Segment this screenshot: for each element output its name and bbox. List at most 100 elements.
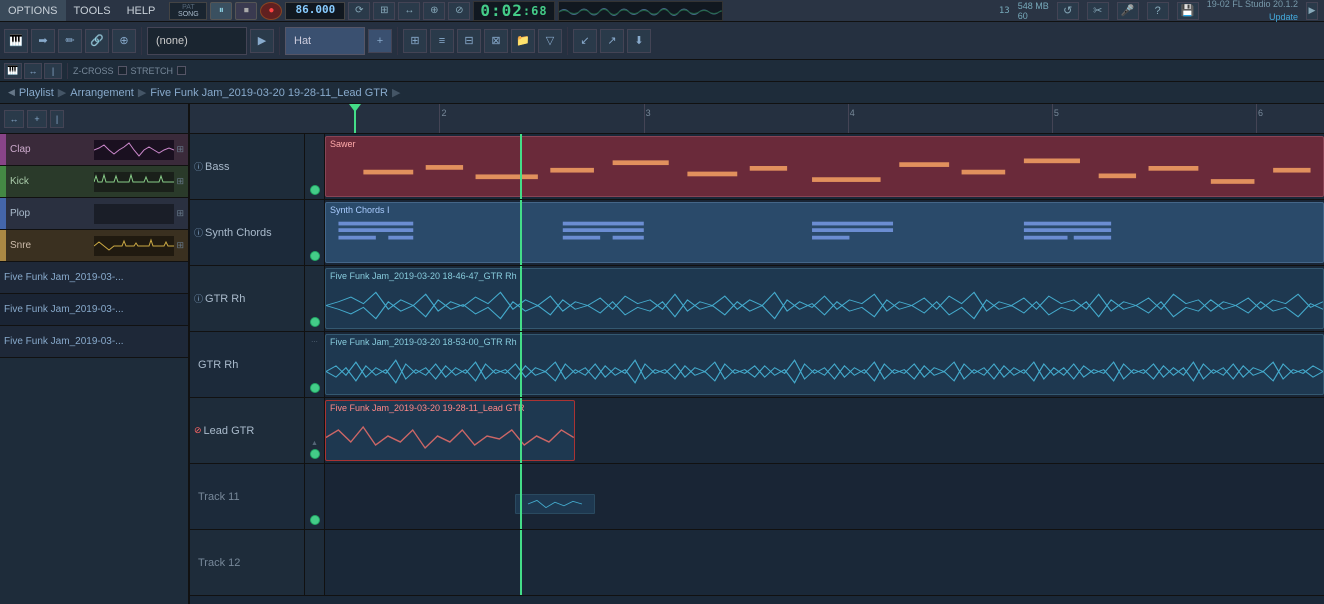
- export-icon[interactable]: ↗: [600, 29, 624, 53]
- file-entry-2[interactable]: Five Funk Jam_2019-03-...: [0, 294, 188, 326]
- hat-selector[interactable]: Hat: [285, 27, 365, 55]
- link-icon[interactable]: 🔗: [85, 29, 109, 53]
- file-3-name: Five Funk Jam_2019-03-...: [4, 336, 124, 347]
- synth-track-label: Synth Chords: [205, 227, 272, 239]
- sidebar-track-plop[interactable]: Plop ⊞: [0, 198, 188, 230]
- synth-track-knob[interactable]: [310, 251, 320, 261]
- sidebar-track-kick[interactable]: Kick ⊞: [0, 166, 188, 198]
- menu-help[interactable]: HELP: [119, 0, 164, 21]
- gtr-rh2-track-label: GTR Rh: [194, 359, 238, 371]
- track-11-small-clip[interactable]: [515, 494, 595, 514]
- toolbar3: 🎹 ↔ | Z-CROSS STRETCH: [0, 60, 1324, 82]
- lead-gtr-track-label: Lead GTR: [204, 425, 255, 437]
- synth-clip[interactable]: Synth Chords I: [325, 202, 1324, 263]
- gtr-rh1-clip[interactable]: Five Funk Jam_2019-03-20 18-46-47_GTR Rh: [325, 268, 1324, 329]
- small-piano-icon[interactable]: 🎹: [4, 63, 22, 79]
- sidebar-ctrl-3[interactable]: |: [50, 110, 64, 128]
- clap-track-name: Clap: [6, 144, 94, 155]
- gtr-rh2-clip[interactable]: Five Funk Jam_2019-03-20 18-53-00_GTR Rh: [325, 334, 1324, 395]
- breadcrumb-file: Five Funk Jam_2019-03-20 19-28-11_Lead G…: [150, 87, 388, 99]
- transport-icon-2[interactable]: ⊞: [373, 2, 395, 20]
- funnel-icon[interactable]: ▽: [538, 29, 562, 53]
- snre-settings-icon[interactable]: ⊞: [176, 240, 184, 251]
- menu-options[interactable]: OPTIONS: [0, 0, 66, 21]
- clap-settings-icon[interactable]: ⊞: [176, 144, 184, 155]
- pencil-small-icon[interactable]: |: [44, 63, 62, 79]
- piano-roll-icon[interactable]: ⊠: [484, 29, 508, 53]
- breadcrumb-arrangement[interactable]: Arrangement: [70, 87, 134, 99]
- stretch-checkbox[interactable]: [177, 66, 186, 75]
- small-arrow-icon[interactable]: ↔: [24, 63, 42, 79]
- bass-clip-instrument: Sawer: [330, 139, 356, 149]
- pattern-selector[interactable]: (none): [147, 27, 247, 55]
- pattern-play-btn[interactable]: ▶: [250, 29, 274, 53]
- sidebar-header-controls: ↔ + |: [0, 104, 188, 134]
- question-icon[interactable]: ?: [1147, 2, 1169, 20]
- breadcrumb-sep2: ▶: [138, 86, 146, 99]
- stamp-icon[interactable]: ⊕: [112, 29, 136, 53]
- save-icon[interactable]: 💾: [1177, 2, 1199, 20]
- transport-icon-1[interactable]: ⟳: [348, 2, 370, 20]
- eq-icon[interactable]: ≡: [430, 29, 454, 53]
- track-row-lead-gtr: ⊘ Lead GTR ▲ Five Funk Jam_2019-03-20 19…: [190, 398, 1324, 464]
- breadcrumb: ◀ Playlist ▶ Arrangement ▶ Five Funk Jam…: [0, 82, 1324, 104]
- zcross-label: Z-CROSS: [73, 66, 114, 76]
- gtr-rh1-track-knob[interactable]: [310, 317, 320, 327]
- pen-icon[interactable]: ✏: [58, 29, 82, 53]
- channel-icon[interactable]: ⊟: [457, 29, 481, 53]
- time-separator: :: [523, 4, 531, 18]
- cpu-display: 13: [999, 6, 1010, 16]
- breadcrumb-sep1: ▶: [58, 86, 66, 99]
- track-row-gtr-rh1: ⓘ GTR Rh Five Funk Jam_2019-03-20 18-46-…: [190, 266, 1324, 332]
- sidebar-ctrl-1[interactable]: ↔: [4, 110, 24, 128]
- lead-gtr-clip[interactable]: Five Funk Jam_2019-03-20 19-28-11_Lead G…: [325, 400, 575, 461]
- toolbar2: 🎹 ➡ ✏ 🔗 ⊕ (none) ▶ Hat + ⊞ ≡ ⊟ ⊠ 📁 ▽ ↙ ↗…: [0, 22, 1324, 60]
- tracks-container: ⓘ Bass Sawer: [190, 134, 1324, 604]
- sidebar-track-snre[interactable]: Snre ⊞: [0, 230, 188, 262]
- gtr-rh2-track-knob[interactable]: [310, 383, 320, 393]
- time-main: 0:02: [480, 1, 523, 20]
- piano-icon[interactable]: 🎹: [4, 29, 28, 53]
- plop-track-name: Plop: [6, 208, 94, 219]
- track-11-knob[interactable]: [310, 515, 320, 525]
- transport-icon-3[interactable]: ↔: [398, 2, 420, 20]
- zcross-checkbox[interactable]: [118, 66, 127, 75]
- plugin-icon[interactable]: ↙: [573, 29, 597, 53]
- transport-icon-5[interactable]: ⊘: [448, 2, 470, 20]
- plop-settings-icon[interactable]: ⊞: [176, 208, 184, 219]
- breadcrumb-playlist[interactable]: Playlist: [19, 87, 54, 99]
- synth-clip-instrument: Synth Chords I: [330, 205, 390, 215]
- cut-icon[interactable]: ✂: [1087, 2, 1109, 20]
- record-button[interactable]: ●: [260, 2, 282, 20]
- stop-button[interactable]: ⏹: [235, 2, 257, 20]
- arrow-icon[interactable]: ➡: [31, 29, 55, 53]
- gtr-rh2-clip-label: Five Funk Jam_2019-03-20 18-53-00_GTR Rh: [330, 337, 517, 347]
- nav-back-icon[interactable]: ◀: [8, 87, 15, 98]
- bpm-display[interactable]: 86.000: [285, 2, 345, 20]
- sidebar-track-clap[interactable]: Clap ⊞: [0, 134, 188, 166]
- next-icon[interactable]: ▶: [1306, 2, 1318, 20]
- mixer-icon[interactable]: ⊞: [403, 29, 427, 53]
- waveform-display: [558, 1, 723, 21]
- file-1-name: Five Funk Jam_2019-03-...: [4, 272, 124, 283]
- kick-settings-icon[interactable]: ⊞: [176, 176, 184, 187]
- track-row-bass: ⓘ Bass Sawer: [190, 134, 1324, 200]
- pat-label: PAT: [182, 4, 195, 11]
- menu-tools[interactable]: TOOLS: [66, 0, 119, 21]
- pat-song-toggle[interactable]: PAT SONG: [169, 2, 207, 20]
- mic-icon[interactable]: 🎤: [1117, 2, 1139, 20]
- download-icon[interactable]: ⬇: [627, 29, 651, 53]
- bass-track-knob[interactable]: [310, 185, 320, 195]
- bass-clip[interactable]: Sawer: [325, 136, 1324, 197]
- sidebar-ctrl-2[interactable]: +: [27, 110, 47, 128]
- update-link[interactable]: Update: [1269, 12, 1298, 22]
- transport-icon-4[interactable]: ⊕: [423, 2, 445, 20]
- browser-icon[interactable]: 📁: [511, 29, 535, 53]
- pause-button[interactable]: ⏸: [210, 2, 232, 20]
- refresh-icon[interactable]: ↺: [1057, 2, 1079, 20]
- track-11-label: Track 11: [198, 491, 240, 503]
- lead-gtr-track-knob[interactable]: [310, 449, 320, 459]
- hat-add-btn[interactable]: +: [368, 29, 392, 53]
- file-entry-1[interactable]: Five Funk Jam_2019-03-...: [0, 262, 188, 294]
- file-entry-3[interactable]: Five Funk Jam_2019-03-...: [0, 326, 188, 358]
